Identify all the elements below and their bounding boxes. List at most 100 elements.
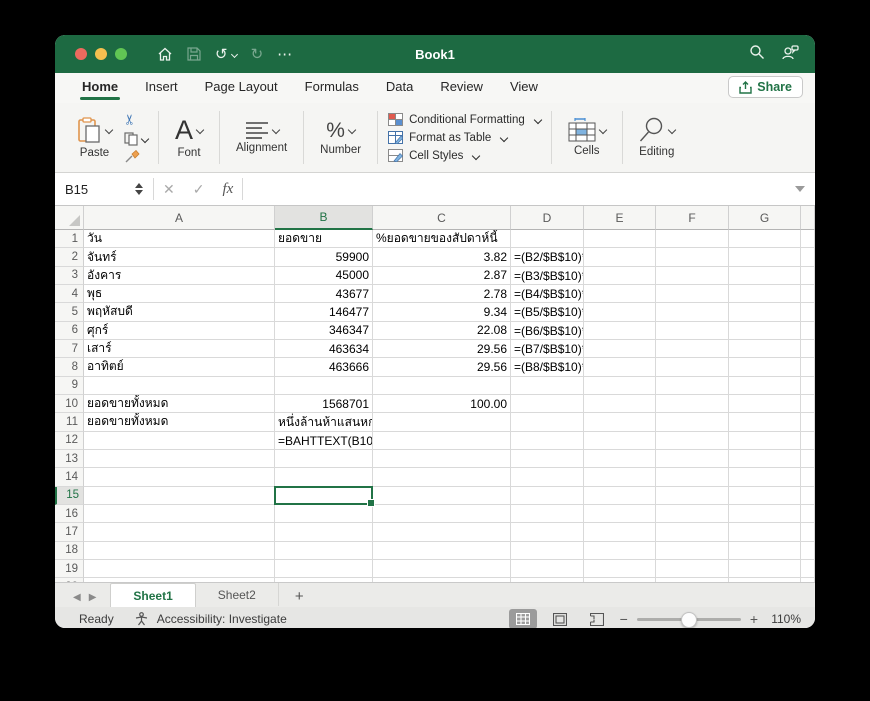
cell-G2[interactable] <box>729 248 801 267</box>
zoom-out-button[interactable]: − <box>620 612 628 626</box>
row-header-3[interactable]: 3 <box>55 266 84 285</box>
paste-button[interactable]: Paste <box>71 115 118 161</box>
cell-B17[interactable] <box>275 523 373 542</box>
cell-G3[interactable] <box>729 266 801 285</box>
cell-partial-14[interactable] <box>801 468 815 487</box>
row-header-18[interactable]: 18 <box>55 541 84 560</box>
editing-button[interactable]: Editing <box>633 115 681 160</box>
insert-function-button[interactable]: fx <box>213 181 242 198</box>
cell-F8[interactable] <box>656 358 729 377</box>
cell-partial-18[interactable] <box>801 541 815 560</box>
zoom-slider[interactable] <box>636 612 741 628</box>
cell-partial-19[interactable] <box>801 559 815 579</box>
cell-E18[interactable] <box>584 541 656 560</box>
sheet-tab-sheet1[interactable]: Sheet1 <box>110 583 196 607</box>
cell-partial-16[interactable] <box>801 504 815 524</box>
cell-F4[interactable] <box>656 284 729 304</box>
cell-partial-17[interactable] <box>801 523 815 542</box>
cell-F7[interactable] <box>656 339 729 359</box>
sheet-tab-sheet2[interactable]: Sheet2 <box>196 583 279 606</box>
cell-partial-20[interactable] <box>801 578 815 582</box>
cell-E2[interactable] <box>584 248 656 267</box>
cell-D4[interactable]: =(B4/$B$10)*100 <box>511 284 584 304</box>
people-icon[interactable] <box>781 44 799 65</box>
cell-E16[interactable] <box>584 504 656 524</box>
cell-C14[interactable] <box>373 468 511 487</box>
cell-C7[interactable]: 29.56 <box>373 339 511 359</box>
cell-E10[interactable] <box>584 394 656 414</box>
cell-B10[interactable]: 1568701 <box>275 394 373 414</box>
cell-D14[interactable] <box>511 468 584 487</box>
page-break-view-button[interactable] <box>583 609 611 628</box>
format-as-table-button[interactable]: Format as Table <box>388 131 541 144</box>
cell-B6[interactable]: 346347 <box>275 321 373 340</box>
row-header-9[interactable]: 9 <box>55 376 84 395</box>
stepper-up-icon[interactable] <box>135 183 143 188</box>
cell-D15[interactable] <box>511 486 584 505</box>
cell-G15[interactable] <box>729 486 801 505</box>
cell-C15[interactable] <box>373 486 511 505</box>
undo-button[interactable]: ↺ <box>215 47 238 62</box>
cell-G1[interactable] <box>729 230 801 249</box>
font-button[interactable]: A Font <box>169 115 209 161</box>
editing-chevron-icon[interactable] <box>667 125 677 135</box>
conditional-formatting-button[interactable]: Conditional Formatting <box>388 113 543 126</box>
alignment-button[interactable]: Alignment <box>230 119 293 156</box>
column-header-G[interactable]: G <box>729 206 801 230</box>
conditional-formatting-chevron-icon[interactable] <box>533 115 543 124</box>
minimize-button[interactable] <box>95 48 107 60</box>
cell-D17[interactable] <box>511 523 584 542</box>
column-header-partial[interactable] <box>801 206 815 230</box>
cell-partial-9[interactable] <box>801 376 815 395</box>
column-header-A[interactable]: A <box>84 206 275 230</box>
page-layout-view-button[interactable] <box>546 609 574 628</box>
cell-D3[interactable]: =(B3/$B$10)*100 <box>511 266 584 285</box>
cell-C4[interactable]: 2.78 <box>373 284 511 304</box>
zoom-in-button[interactable]: + <box>750 612 758 626</box>
cell-C17[interactable] <box>373 523 511 542</box>
cell-D1[interactable] <box>511 230 584 249</box>
cell-F11[interactable] <box>656 413 729 432</box>
cell-F17[interactable] <box>656 523 729 542</box>
cell-F19[interactable] <box>656 559 729 579</box>
cell-D10[interactable] <box>511 394 584 414</box>
cell-A7[interactable]: เสาร์ <box>84 339 275 359</box>
row-header-11[interactable]: 11 <box>55 413 84 432</box>
cell-A14[interactable] <box>84 468 275 487</box>
cell-E3[interactable] <box>584 266 656 285</box>
cell-B16[interactable] <box>275 504 373 524</box>
cell-F13[interactable] <box>656 449 729 469</box>
cell-D13[interactable] <box>511 449 584 469</box>
cell-G18[interactable] <box>729 541 801 560</box>
cell-A4[interactable]: พุธ <box>84 284 275 304</box>
cell-E8[interactable] <box>584 358 656 377</box>
cell-E11[interactable] <box>584 413 656 432</box>
cell-styles-chevron-icon[interactable] <box>472 151 481 160</box>
cell-A2[interactable]: จันทร์ <box>84 248 275 267</box>
cell-C6[interactable]: 22.08 <box>373 321 511 340</box>
redo-button[interactable]: ↻ <box>251 47 264 62</box>
cell-C20[interactable] <box>373 578 511 582</box>
select-all-corner[interactable] <box>55 206 84 230</box>
row-header-5[interactable]: 5 <box>55 303 84 322</box>
row-header-14[interactable]: 14 <box>55 468 84 487</box>
cell-B12[interactable]: =BAHTTEXT(B10) <box>275 431 373 450</box>
cell-D20[interactable] <box>511 578 584 582</box>
cell-B5[interactable]: 146477 <box>275 303 373 322</box>
zoom-slider-thumb[interactable] <box>680 612 697 628</box>
cell-F5[interactable] <box>656 303 729 322</box>
cell-C11[interactable] <box>373 413 511 432</box>
tab-formulas[interactable]: Formulas <box>303 75 361 102</box>
tab-home[interactable]: Home <box>80 75 121 102</box>
share-button[interactable]: Share <box>728 76 803 98</box>
cell-partial-2[interactable] <box>801 248 815 267</box>
cell-B18[interactable] <box>275 541 373 560</box>
cell-G20[interactable] <box>729 578 801 582</box>
cell-E9[interactable] <box>584 376 656 395</box>
cell-F16[interactable] <box>656 504 729 524</box>
sheet-prev-icon[interactable]: ◀ <box>73 592 81 603</box>
cell-G5[interactable] <box>729 303 801 322</box>
row-header-10[interactable]: 10 <box>55 394 84 414</box>
cell-E13[interactable] <box>584 449 656 469</box>
save-icon[interactable] <box>187 47 201 61</box>
